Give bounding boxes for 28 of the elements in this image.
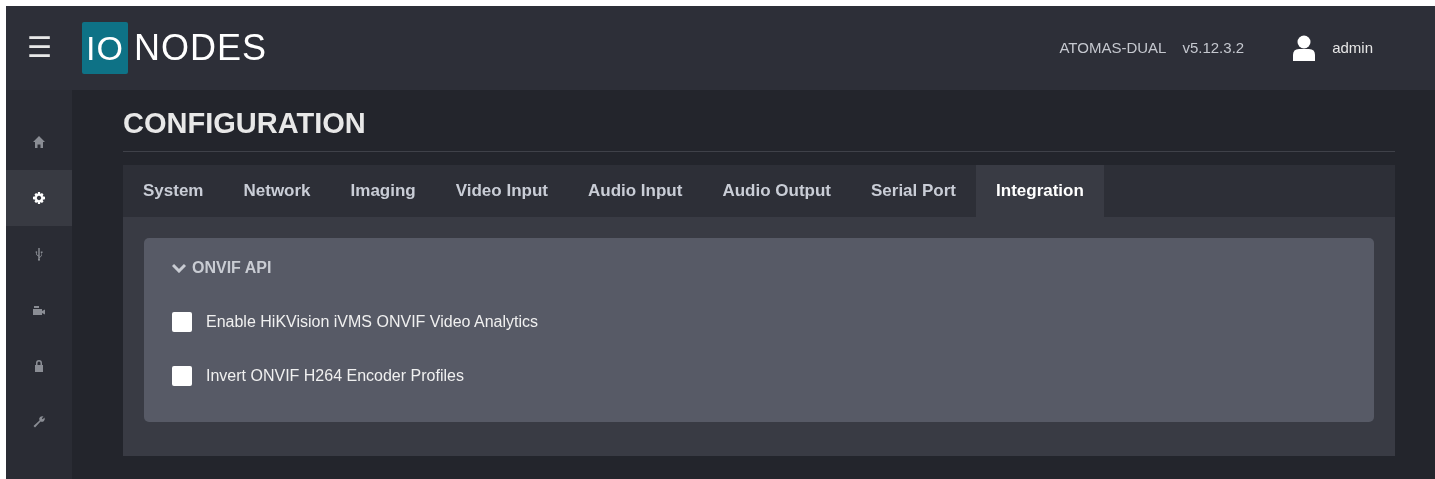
page-title: CONFIGURATION xyxy=(123,106,1395,152)
checkbox[interactable] xyxy=(172,311,192,332)
chevron-down-icon xyxy=(172,262,186,273)
lock-icon xyxy=(32,359,46,373)
menu-button[interactable]: ☰ xyxy=(6,34,72,62)
tab[interactable]: Imaging xyxy=(330,164,436,217)
checkbox[interactable] xyxy=(172,365,192,386)
tab[interactable]: Audio Input xyxy=(568,164,703,217)
device-name: ATOMAS-DUAL xyxy=(1059,37,1167,58)
logo-text: NODES xyxy=(133,26,267,70)
gear-icon xyxy=(32,191,46,205)
section-header[interactable]: ONVIF API xyxy=(172,255,272,280)
version-label: v5.12.3.2 xyxy=(1182,37,1245,58)
sidebar-item[interactable] xyxy=(6,170,72,226)
option-label: Invert ONVIF H264 Encoder Profiles xyxy=(206,365,464,386)
tab[interactable]: Network xyxy=(223,164,331,217)
option-label: Enable HiKVision iVMS ONVIF Video Analytics xyxy=(206,311,538,332)
user-name[interactable]: admin xyxy=(1332,36,1373,60)
logo-mark: IO xyxy=(82,22,128,74)
home-icon xyxy=(32,135,46,149)
tab[interactable]: System xyxy=(123,164,224,217)
wrench-icon xyxy=(32,415,46,429)
tab[interactable]: Video Input xyxy=(435,164,568,217)
tab[interactable]: Serial Port xyxy=(851,164,977,217)
tab[interactable]: Integration xyxy=(976,164,1104,217)
camera-icon xyxy=(32,303,46,317)
tab[interactable]: Audio Output xyxy=(702,164,851,217)
user-icon xyxy=(1292,35,1317,61)
